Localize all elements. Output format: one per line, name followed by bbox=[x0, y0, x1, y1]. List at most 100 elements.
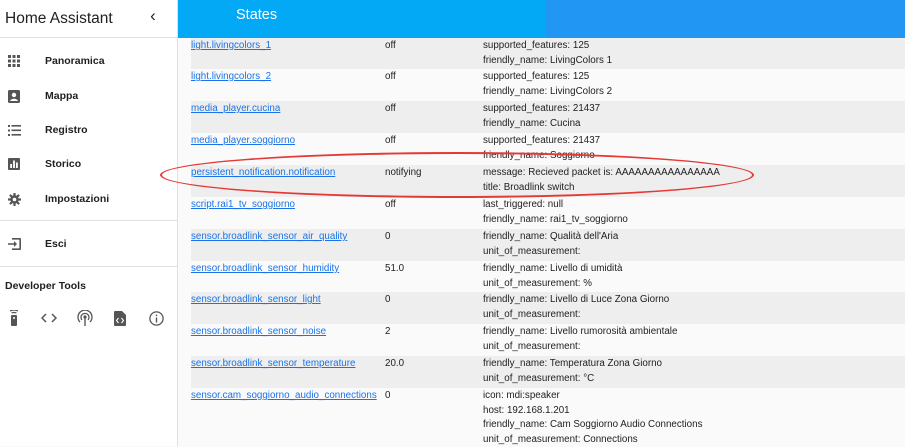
attribute-line: host: 192.168.1.201 bbox=[483, 404, 702, 419]
attribute-line: friendly_name: LivingColors 2 bbox=[483, 85, 612, 100]
entity-attributes: message: Recieved packet is: AAAAAAAAAAA… bbox=[483, 166, 720, 195]
entity-link[interactable]: sensor.broadlink_sensor_noise bbox=[191, 325, 326, 340]
sidebar-item-storico[interactable]: Storico bbox=[0, 149, 178, 179]
apps-grid-icon bbox=[7, 54, 21, 68]
developer-tools-title: Developer Tools bbox=[5, 280, 86, 292]
chart-bar-icon bbox=[7, 157, 21, 171]
sidebar-header: Home Assistant ‹ bbox=[0, 0, 177, 38]
attribute-line: friendly_name: Soggiorno bbox=[483, 149, 600, 164]
entity-attributes: last_triggered: null friendly_name: rai1… bbox=[483, 198, 628, 227]
sidebar-item-impostazioni[interactable]: Impostazioni bbox=[0, 184, 178, 214]
attribute-line: unit_of_measurement: bbox=[483, 340, 677, 355]
entity-link[interactable]: media_player.cucina bbox=[191, 102, 280, 117]
access-point-icon[interactable] bbox=[76, 309, 94, 327]
sidebar: Home Assistant ‹ Panoramica Mappa Regist… bbox=[0, 0, 178, 446]
attribute-line: unit_of_measurement: % bbox=[483, 277, 622, 292]
gear-icon bbox=[7, 192, 21, 206]
sidebar-item-panoramica[interactable]: Panoramica bbox=[0, 46, 178, 76]
entity-link[interactable]: script.rai1_tv_soggiorno bbox=[191, 198, 295, 213]
sidebar-item-esci[interactable]: Esci bbox=[0, 229, 178, 259]
toolbar bbox=[178, 0, 546, 38]
attribute-line: title: Broadlink switch bbox=[483, 181, 720, 196]
sidebar-item-label: Storico bbox=[45, 158, 81, 170]
table-row: sensor.broadlink_sensor_temperature 20.0… bbox=[191, 356, 905, 388]
sidebar-item-label: Esci bbox=[45, 238, 67, 250]
attribute-line: friendly_name: LivingColors 1 bbox=[483, 54, 612, 69]
attribute-line: last_triggered: null bbox=[483, 198, 628, 213]
entity-attributes: supported_features: 21437 friendly_name:… bbox=[483, 134, 600, 163]
entity-state: off bbox=[385, 102, 396, 117]
attribute-line: icon: mdi:speaker bbox=[483, 389, 702, 404]
sidebar-item-registro[interactable]: Registro bbox=[0, 115, 178, 145]
table-row: sensor.broadlink_sensor_noise 2 friendly… bbox=[191, 324, 905, 356]
entity-link[interactable]: sensor.broadlink_sensor_temperature bbox=[191, 357, 355, 372]
table-row: sensor.broadlink_sensor_light 0 friendly… bbox=[191, 292, 905, 324]
entity-state: off bbox=[385, 198, 396, 213]
entity-state: notifying bbox=[385, 166, 422, 181]
attribute-line: supported_features: 21437 bbox=[483, 134, 600, 149]
attribute-line: supported_features: 125 bbox=[483, 70, 612, 85]
entity-state: 0 bbox=[385, 389, 390, 404]
account-box-icon bbox=[7, 89, 21, 103]
attribute-line: unit_of_measurement: bbox=[483, 245, 618, 260]
entity-attributes: friendly_name: Livello di umidità unit_o… bbox=[483, 262, 622, 291]
entity-attributes: friendly_name: Temperatura Zona Giorno u… bbox=[483, 357, 662, 386]
sidebar-item-label: Mappa bbox=[45, 90, 78, 102]
entity-state: off bbox=[385, 70, 396, 85]
table-row: sensor.broadlink_sensor_air_quality 0 fr… bbox=[191, 229, 905, 261]
attribute-line: friendly_name: Cam Soggiorno Audio Conne… bbox=[483, 418, 702, 433]
table-row: persistent_notification.notification not… bbox=[191, 165, 905, 197]
attribute-line: friendly_name: Livello di Luce Zona Gior… bbox=[483, 293, 669, 308]
entity-state: 51.0 bbox=[385, 262, 404, 277]
table-row: sensor.broadlink_sensor_humidity 51.0 fr… bbox=[191, 261, 905, 292]
entity-attributes: friendly_name: Livello di Luce Zona Gior… bbox=[483, 293, 669, 322]
sidebar-item-label: Panoramica bbox=[45, 55, 105, 67]
file-code-icon[interactable] bbox=[111, 309, 129, 327]
entity-link[interactable]: sensor.broadlink_sensor_air_quality bbox=[191, 230, 347, 245]
entity-state: 20.0 bbox=[385, 357, 404, 372]
entity-link[interactable]: persistent_notification.notification bbox=[191, 166, 335, 181]
page-title: States bbox=[236, 7, 277, 23]
attribute-line: unit_of_measurement: Connections bbox=[483, 433, 702, 447]
attribute-line: friendly_name: Livello rumorosità ambien… bbox=[483, 325, 677, 340]
entity-attributes: friendly_name: Qualità dell'Aria unit_of… bbox=[483, 230, 618, 259]
table-row: script.rai1_tv_soggiorno off last_trigge… bbox=[191, 197, 905, 229]
code-brackets-icon[interactable] bbox=[40, 309, 58, 327]
sidebar-divider bbox=[0, 220, 178, 221]
attribute-line: friendly_name: Livello di umidità bbox=[483, 262, 622, 277]
entity-link[interactable]: sensor.broadlink_sensor_humidity bbox=[191, 262, 339, 277]
info-icon[interactable] bbox=[147, 309, 165, 327]
attribute-line: friendly_name: rai1_tv_soggiorno bbox=[483, 213, 628, 228]
table-row: light.livingcolors_2 off supported_featu… bbox=[191, 69, 905, 101]
attribute-line: unit_of_measurement: bbox=[483, 308, 669, 323]
table-row: media_player.cucina off supported_featur… bbox=[191, 101, 905, 133]
entity-link[interactable]: sensor.cam_soggiorno_audio_connections bbox=[191, 389, 377, 404]
entity-link[interactable]: sensor.broadlink_sensor_light bbox=[191, 293, 321, 308]
sidebar-divider bbox=[0, 266, 178, 267]
table-row: sensor.cam_soggiorno_audio_connections 0… bbox=[191, 388, 905, 446]
attribute-line: supported_features: 21437 bbox=[483, 102, 600, 117]
sidebar-item-label: Impostazioni bbox=[45, 193, 109, 205]
entity-link[interactable]: media_player.soggiorno bbox=[191, 134, 295, 149]
attribute-line: unit_of_measurement: °C bbox=[483, 372, 662, 387]
table-row: media_player.soggiorno off supported_fea… bbox=[191, 133, 905, 165]
attribute-line: friendly_name: Cucina bbox=[483, 117, 600, 132]
remote-icon[interactable] bbox=[5, 309, 23, 327]
collapse-sidebar-icon[interactable]: ‹ bbox=[144, 6, 162, 26]
entity-attributes: friendly_name: Livello rumorosità ambien… bbox=[483, 325, 677, 354]
entity-link[interactable]: light.livingcolors_1 bbox=[191, 39, 271, 54]
attribute-line: supported_features: 125 bbox=[483, 39, 612, 54]
attribute-line: friendly_name: Qualità dell'Aria bbox=[483, 230, 618, 245]
sidebar-item-mappa[interactable]: Mappa bbox=[0, 81, 178, 111]
format-list-icon bbox=[7, 123, 21, 137]
entity-link[interactable]: light.livingcolors_2 bbox=[191, 70, 271, 85]
entity-state: 0 bbox=[385, 293, 390, 308]
entity-attributes: supported_features: 21437 friendly_name:… bbox=[483, 102, 600, 131]
sidebar-item-label: Registro bbox=[45, 124, 88, 136]
entity-attributes: supported_features: 125 friendly_name: L… bbox=[483, 39, 612, 68]
entity-attributes: icon: mdi:speaker host: 192.168.1.201 fr… bbox=[483, 389, 702, 447]
entity-attributes: supported_features: 125 friendly_name: L… bbox=[483, 70, 612, 99]
entity-state: 2 bbox=[385, 325, 390, 340]
exit-icon bbox=[7, 237, 21, 251]
attribute-line: message: Recieved packet is: AAAAAAAAAAA… bbox=[483, 166, 720, 181]
